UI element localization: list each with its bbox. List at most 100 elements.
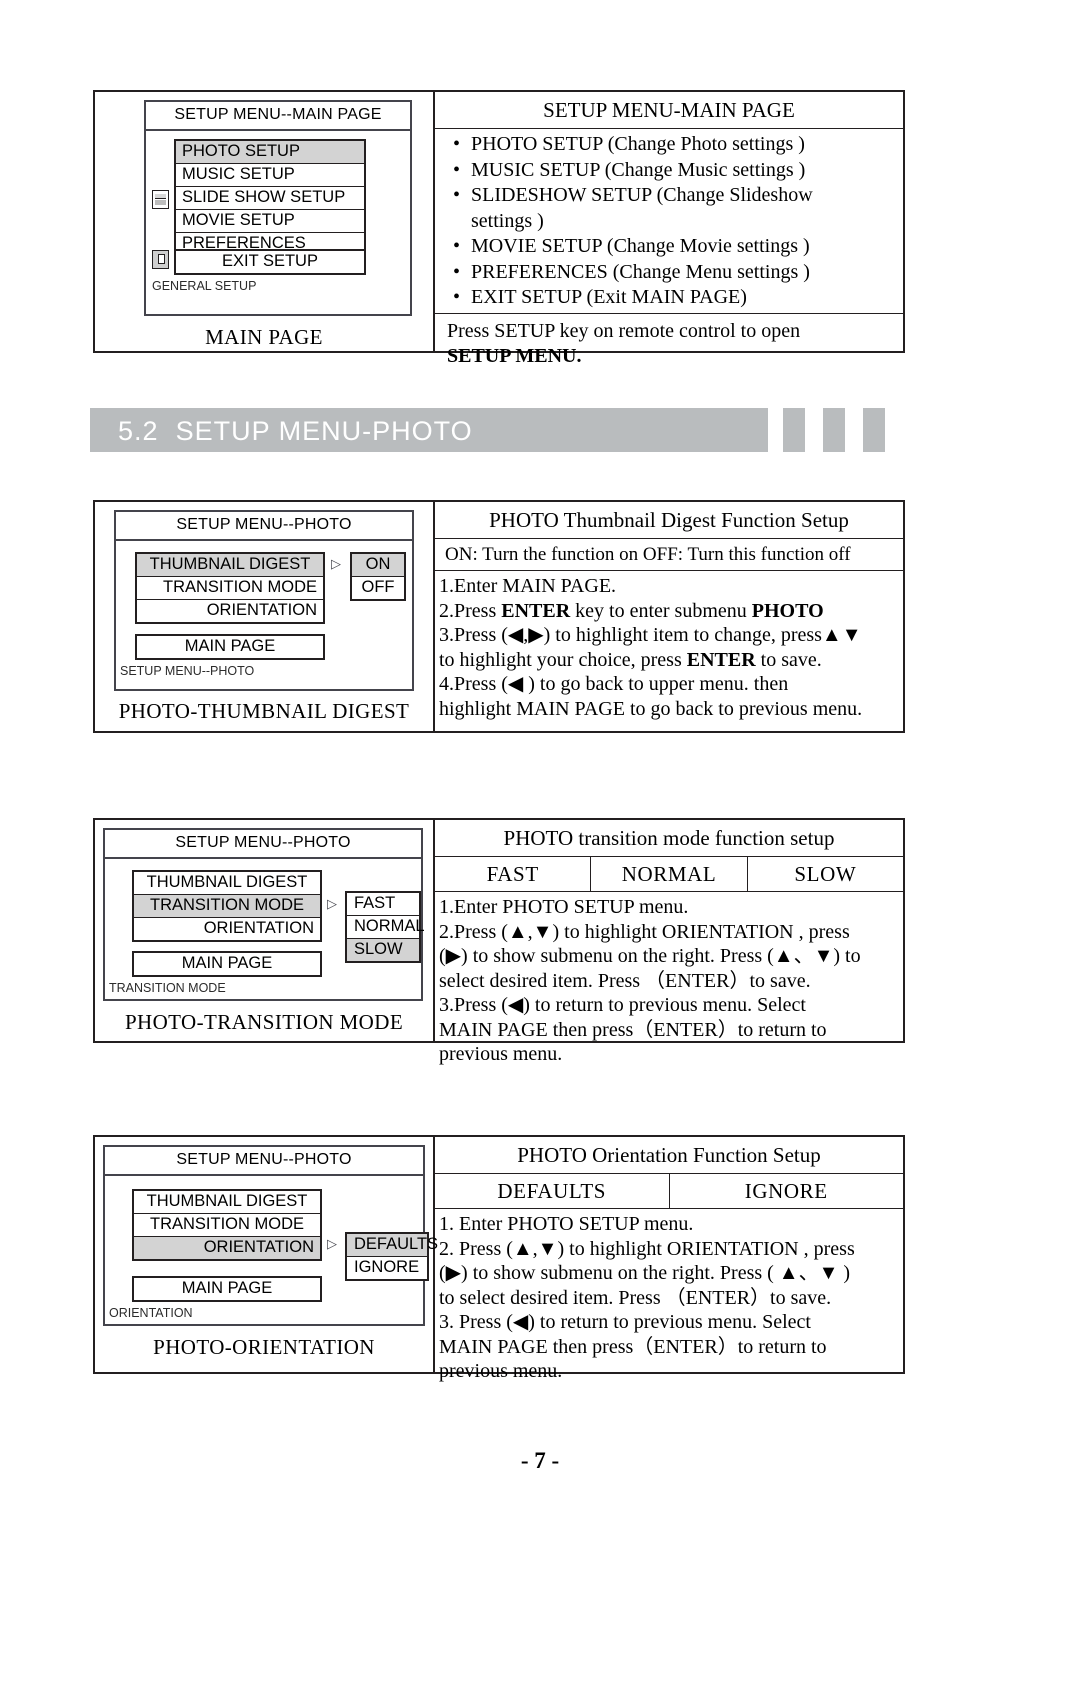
option-slow[interactable]: SLOW — [748, 857, 903, 891]
exit-setup-button[interactable]: EXIT SETUP — [174, 249, 366, 275]
osd-screen-thumbnail: SETUP MENU--PHOTO THUMBNAIL DIGEST TRANS… — [114, 510, 414, 691]
osd-title-orientation: SETUP MENU--PHOTO — [103, 1145, 425, 1176]
submenu-arrow-icon: ▷ — [327, 1237, 337, 1252]
banner-block-3 — [863, 408, 885, 452]
photo-menu-list-1[interactable]: THUMBNAIL DIGEST TRANSITION MODE ORIENTA… — [135, 552, 325, 624]
menu-item-slide-show-setup[interactable]: SLIDE SHOW SETUP — [176, 187, 364, 210]
description-sub-thumbnail: ON: Turn the function on OFF: Turn this … — [435, 539, 903, 571]
menu-item-movie-setup[interactable]: MOVIE SETUP — [176, 210, 364, 233]
osd-body-transition: THUMBNAIL DIGEST TRANSITION MODE ORIENTA… — [103, 859, 425, 1001]
step-line: highlight MAIN PAGE to go back to previo… — [439, 697, 863, 720]
menu-item-photo-setup[interactable]: PHOTO SETUP — [176, 141, 364, 164]
main-page-button-2[interactable]: MAIN PAGE — [132, 951, 322, 977]
transition-submenu[interactable]: FAST NORMAL SLOW — [345, 891, 425, 963]
menu-item-music-setup[interactable]: MUSIC SETUP — [176, 164, 364, 187]
orientation-osd-cell: SETUP MENU--PHOTO THUMBNAIL DIGEST TRANS… — [95, 1137, 438, 1372]
banner-block-1 — [783, 408, 805, 452]
table-main-page: SETUP MENU--MAIN PAGE PHOTO SETUP MUSIC … — [93, 90, 905, 367]
description-bullets-main: • PHOTO SETUP (Change Photo settings ) • M… — [435, 129, 903, 313]
thumbnail-submenu[interactable]: ON OFF — [350, 552, 406, 601]
menu-item-thumbnail-digest[interactable]: THUMBNAIL DIGEST — [134, 1191, 320, 1214]
bullet-line: • PHOTO SETUP (Change Photo settings ) — [453, 133, 805, 155]
description-footer-main: Press SETUP key on remote control to ope… — [435, 312, 903, 373]
step-line: previous menu. — [439, 1043, 563, 1065]
submenu-item-on[interactable]: ON — [352, 554, 404, 577]
osd-screen-main: SETUP MENU--MAIN PAGE PHOTO SETUP MUSIC … — [144, 100, 412, 316]
preferences-icon — [152, 190, 169, 209]
main-page-description-cell: SETUP MENU-MAIN PAGE • PHOTO SETUP (Chang… — [435, 92, 903, 367]
description-title-orientation: PHOTO Orientation Function Setup — [435, 1137, 903, 1174]
submenu-item-ignore[interactable]: IGNORE — [347, 1257, 427, 1279]
step-line: MAIN PAGE then press（ENTER）to return to — [439, 1018, 827, 1041]
osd-title-thumbnail: SETUP MENU--PHOTO — [114, 510, 414, 541]
menu-item-thumbnail-digest[interactable]: THUMBNAIL DIGEST — [134, 872, 320, 895]
menu-item-transition-mode[interactable]: TRANSITION MODE — [134, 895, 320, 918]
bullet-line: • PREFERENCES (Change Menu settings ) — [453, 260, 810, 283]
menu-item-transition-mode[interactable]: TRANSITION MODE — [137, 577, 323, 600]
section-banner: 5.2 SETUP MENU-PHOTO — [90, 408, 768, 452]
transition-description-cell: PHOTO transition mode function setup FAS… — [435, 820, 903, 1065]
step-line: select desired item. Press （ENTER）to sav… — [439, 969, 811, 992]
transition-osd-cell: SETUP MENU--PHOTO THUMBNAIL DIGEST TRANS… — [95, 820, 435, 1041]
exit-setup-icon — [152, 250, 169, 269]
orientation-options-row: DEFAULTS IGNORE — [435, 1174, 903, 1209]
submenu-item-normal[interactable]: NORMAL — [347, 916, 425, 939]
description-steps-transition: 1.Enter PHOTO SETUP menu. 2.Press (▲,▼) … — [435, 892, 903, 1069]
section-number: 5.2 — [118, 416, 159, 446]
menu-item-thumbnail-digest[interactable]: THUMBNAIL DIGEST — [137, 554, 323, 577]
section-banner-text: 5.2 SETUP MENU-PHOTO — [118, 416, 473, 447]
bullet-line: • SLIDESHOW SETUP (Change Slideshow — [453, 184, 813, 206]
main-page-button-1[interactable]: MAIN PAGE — [135, 634, 325, 660]
submenu-item-defaults[interactable]: DEFAULTS — [347, 1234, 438, 1257]
section-title: SETUP MENU-PHOTO — [175, 416, 473, 446]
orientation-submenu[interactable]: DEFAULTS IGNORE — [345, 1232, 438, 1281]
option-fast[interactable]: FAST — [435, 857, 592, 891]
caption-thumbnail-digest: PHOTO-THUMBNAIL DIGEST — [118, 699, 410, 723]
osd-screen-transition: SETUP MENU--PHOTO THUMBNAIL DIGEST TRANS… — [103, 828, 425, 1001]
step-line: previous menu. — [439, 1360, 563, 1382]
submenu-item-slow[interactable]: SLOW — [347, 939, 419, 961]
table-transition-mode: SETUP MENU--PHOTO THUMBNAIL DIGEST TRANS… — [93, 818, 905, 1065]
submenu-arrow-icon: ▷ — [331, 557, 341, 572]
step-line: 2.Press ENTER key to enter submenu PHOTO — [439, 599, 824, 622]
thumbnail-description-cell: PHOTO Thumbnail Digest Function Setup ON… — [435, 502, 903, 731]
menu-item-orientation[interactable]: ORIENTATION — [134, 1237, 320, 1259]
step-line: (▶) to show submenu on the right. Press … — [439, 945, 861, 967]
main-page-osd-cell: SETUP MENU--MAIN PAGE PHOTO SETUP MUSIC … — [95, 92, 435, 351]
step-line: to select desired item. Press （ENTER）to … — [439, 1286, 832, 1309]
bullet-line: • MUSIC SETUP (Change Music settings ) — [453, 158, 806, 181]
osd-title-transition: SETUP MENU--PHOTO — [103, 828, 423, 859]
submenu-item-fast[interactable]: FAST — [347, 893, 419, 916]
orientation-description-cell: PHOTO Orientation Function Setup DEFAULT… — [435, 1137, 903, 1382]
step-line: 4.Press (◀ ) to go back to upper menu. t… — [439, 673, 789, 695]
page-number: - 7 - — [520, 1448, 560, 1473]
option-normal[interactable]: NORMAL — [591, 857, 748, 891]
step-line: 3.Press (◀,▶) to highlight item to chang… — [439, 624, 862, 646]
menu-item-transition-mode[interactable]: TRANSITION MODE — [134, 1214, 320, 1237]
description-title-transition: PHOTO transition mode function setup — [435, 820, 903, 857]
step-line: to highlight your choice, press ENTER to… — [439, 648, 822, 671]
menu-item-orientation[interactable]: ORIENTATION — [134, 918, 320, 940]
transition-options-row: FAST NORMAL SLOW — [435, 857, 903, 892]
document-page: SETUP MENU--MAIN PAGE PHOTO SETUP MUSIC … — [0, 0, 1080, 1693]
osd-footnote-general-setup: GENERAL SETUP — [152, 279, 257, 293]
submenu-item-off[interactable]: OFF — [352, 577, 404, 599]
table-orientation: SETUP MENU--PHOTO THUMBNAIL DIGEST TRANS… — [93, 1135, 905, 1382]
caption-transition-mode: PHOTO-TRANSITION MODE — [124, 1010, 404, 1034]
step-line: 1.Enter MAIN PAGE. — [439, 575, 617, 597]
menu-item-orientation[interactable]: ORIENTATION — [137, 600, 323, 622]
step-line: 1. Enter PHOTO SETUP menu. — [439, 1213, 694, 1235]
photo-menu-list-3[interactable]: THUMBNAIL DIGEST TRANSITION MODE ORIENTA… — [132, 1189, 322, 1261]
option-ignore[interactable]: IGNORE — [670, 1174, 904, 1208]
photo-menu-list-2[interactable]: THUMBNAIL DIGEST TRANSITION MODE ORIENTA… — [132, 870, 322, 942]
description-steps-thumbnail: 1.Enter MAIN PAGE. 2.Press ENTER key to … — [435, 571, 903, 731]
table-thumbnail-digest: SETUP MENU--PHOTO THUMBNAIL DIGEST TRANS… — [93, 500, 905, 733]
main-menu-list[interactable]: PHOTO SETUP MUSIC SETUP SLIDE SHOW SETUP… — [174, 139, 366, 257]
footer-line: Press SETUP key on remote control to ope… — [447, 319, 801, 342]
osd-body-orientation: THUMBNAIL DIGEST TRANSITION MODE ORIENTA… — [103, 1176, 438, 1326]
caption-main-page: MAIN PAGE — [205, 325, 323, 349]
option-defaults[interactable]: DEFAULTS — [435, 1174, 670, 1208]
osd-footnote-thumbnail: SETUP MENU--PHOTO — [120, 664, 255, 678]
step-line: 1.Enter PHOTO SETUP menu. — [439, 896, 689, 918]
main-page-button-3[interactable]: MAIN PAGE — [132, 1276, 322, 1302]
